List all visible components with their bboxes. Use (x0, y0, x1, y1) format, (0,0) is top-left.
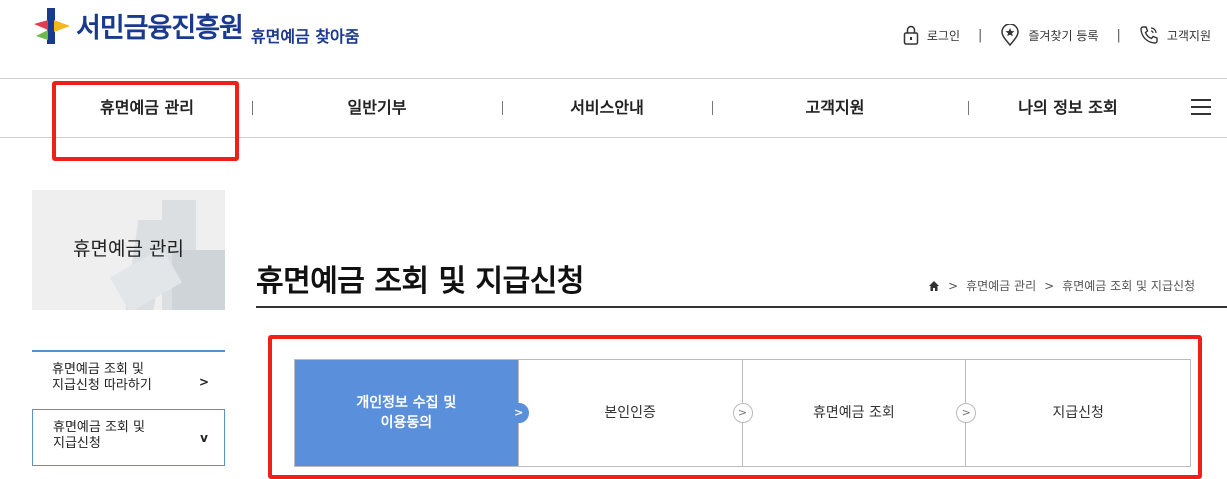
side-menu-item-inquiry[interactable]: 휴면예금 조회 및 지급신청 v (32, 409, 225, 466)
support-label: 고객지원 (1166, 28, 1211, 43)
gnb-item-donation[interactable]: 일반기부 (282, 79, 472, 137)
gnb-item-service-guide[interactable]: 서비스안내 (512, 79, 702, 137)
side-menu-label: 휴면예금 조회 및 (53, 420, 145, 435)
step-payment-request: 지급신청 (966, 360, 1190, 466)
home-icon[interactable] (928, 280, 940, 292)
side-title-box: 휴면예금 관리 (32, 190, 225, 310)
step-dormant-inquiry: 휴면예금 조회 > (743, 360, 977, 466)
side-menu-label: 지급신청 따라하기 (52, 378, 152, 393)
support-link[interactable]: 고객지원 (1139, 25, 1211, 45)
breadcrumb-separator: > (948, 278, 959, 293)
step-label: 이용동의 (380, 415, 433, 431)
site-logo[interactable]: 서민금융진흥원 휴면예금 찾아줌 (32, 6, 360, 46)
util-divider: | (977, 27, 983, 43)
site-header: 서민금융진흥원 휴면예금 찾아줌 로그인 | 즐겨찾기 등록 | 고객지원 (0, 0, 1227, 79)
lock-icon (903, 25, 919, 45)
breadcrumb-item[interactable]: 휴면예금 관리 (966, 277, 1036, 294)
login-label: 로그인 (926, 28, 960, 43)
logo-mark-icon (32, 6, 72, 46)
star-pin-icon (1001, 24, 1020, 46)
gnb-item-dormant-deposit[interactable]: 휴면예금 관리 (54, 79, 240, 137)
bookmark-link[interactable]: 즐겨찾기 등록 (1000, 24, 1098, 46)
step-label: 휴면예금 조회 (813, 405, 895, 421)
breadcrumb: > 휴면예금 관리 > 휴면예금 조회 및 지급신청 (928, 277, 1195, 294)
gnb-divider (968, 101, 969, 115)
gnb-divider (712, 101, 713, 115)
progress-steps: 개인정보 수집 및 이용동의 > 본인인증 > 휴면예금 조회 > 지급신청 (294, 359, 1191, 467)
bookmark-label: 즐겨찾기 등록 (1028, 28, 1099, 43)
gnb-item-customer-support[interactable]: 고객지원 (740, 79, 930, 137)
utility-menu: 로그인 | 즐겨찾기 등록 | 고객지원 (903, 24, 1211, 46)
step-identity-verification: 본인인증 > (519, 360, 753, 466)
step-label: 본인인증 (604, 405, 656, 421)
phone-icon (1140, 26, 1158, 44)
main-navigation: 휴면예금 관리 일반기부 서비스안내 고객지원 나의 정보 조회 (0, 79, 1227, 138)
gnb-divider (502, 101, 503, 115)
gnb-item-my-info[interactable]: 나의 정보 조회 (970, 79, 1166, 137)
step-label: 개인정보 수집 및 (356, 395, 457, 411)
title-divider (256, 306, 1227, 308)
chevron-right-icon: > (732, 403, 753, 423)
step-label: 지급신청 (1052, 405, 1104, 421)
login-link[interactable]: 로그인 (903, 25, 960, 45)
side-title: 휴면예금 관리 (73, 238, 184, 260)
breadcrumb-item[interactable]: 휴면예금 조회 및 지급신청 (1062, 277, 1195, 294)
chevron-down-icon: v (200, 431, 208, 445)
side-menu-item-guide[interactable]: 휴면예금 조회 및 지급신청 따라하기 > (32, 350, 225, 405)
logo-subtitle: 휴면예금 찾아줌 (250, 27, 360, 46)
step-consent: 개인정보 수집 및 이용동의 > (295, 360, 529, 466)
side-menu-label: 휴면예금 조회 및 (52, 362, 144, 377)
side-menu-label: 지급신청 (53, 436, 101, 451)
breadcrumb-separator: > (1044, 278, 1055, 293)
gnb-divider (252, 101, 253, 115)
chevron-right-icon: > (198, 375, 209, 389)
page-title: 휴면예금 조회 및 지급신청 (256, 264, 584, 299)
chevron-right-icon: > (508, 403, 529, 423)
util-divider: | (1116, 27, 1121, 43)
menu-icon[interactable] (1191, 99, 1211, 117)
logo-text: 서민금융진흥원 (76, 13, 244, 44)
